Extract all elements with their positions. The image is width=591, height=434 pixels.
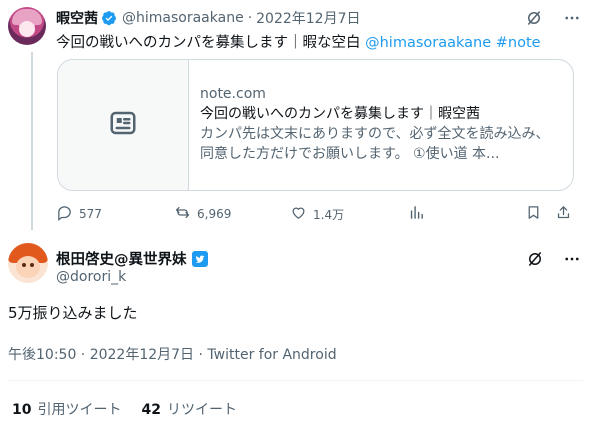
retweet-button[interactable]: 6,969 [174, 204, 231, 224]
verified-icon [101, 10, 117, 26]
retweets-stat[interactable]: 42 リツイート [141, 399, 236, 419]
avatar[interactable] [8, 243, 48, 283]
like-button[interactable]: 1.4万 [290, 204, 344, 224]
author-handle[interactable]: @dorori_k [56, 269, 126, 285]
like-icon [290, 204, 307, 224]
card-domain: note.com [200, 86, 266, 102]
card-description: カンパ先は文末にありますので、必ず全文を読み込み、同意した方だけでお願いします。… [200, 126, 550, 162]
share-icon [555, 204, 572, 224]
mention-link[interactable]: @himasoraakane [365, 35, 491, 51]
author-name[interactable]: 暇空茜 [56, 8, 98, 28]
card-body: note.com 今回の戦いへのカンパを募集します｜暇空茜 カンパ先は文末にあり… [200, 84, 560, 164]
grok-icon[interactable] [525, 9, 543, 27]
link-card[interactable]: note.com 今回の戦いへのカンパを募集します｜暇空茜 カンパ先は文末にあり… [57, 59, 574, 191]
retweet-count: 6,969 [197, 207, 232, 221]
retweet-icon [174, 204, 191, 224]
hashtag-link[interactable]: #note [496, 35, 541, 51]
thread-line [31, 52, 33, 230]
more-icon[interactable] [563, 250, 581, 268]
tweet-actions: 577 6,969 1.4万 [56, 204, 576, 224]
author-name[interactable]: 根田啓史@異世界妹 [56, 248, 187, 269]
main-tweet-text: 5万振り込みました [8, 304, 138, 322]
avatar-face [16, 256, 40, 278]
separator-dot: · [247, 10, 253, 26]
bookmark-button[interactable] [525, 204, 542, 224]
avatar[interactable] [8, 7, 46, 45]
reply-count: 577 [79, 207, 102, 221]
quote-tweets-stat[interactable]: 10 引用ツイート [12, 399, 121, 419]
share-button[interactable] [555, 204, 572, 224]
retweet-label: リツイート [166, 402, 237, 418]
grok-icon[interactable] [526, 250, 544, 268]
divider [8, 380, 583, 381]
tweet-date[interactable]: 2022年12月7日 [256, 8, 360, 28]
tweet-meta[interactable]: 午後10:50 · 2022年12月7日 · Twitter for Andro… [8, 344, 337, 364]
quote-label: 引用ツイート [37, 402, 122, 418]
avatar-face [19, 21, 35, 37]
retweet-stat-count: 42 [141, 402, 161, 418]
avatar-eye [22, 263, 26, 267]
author-handle[interactable]: @himasoraakane [122, 10, 244, 26]
card-title: 今回の戦いへのカンパを募集します｜暇空茜 [200, 106, 480, 122]
card-thumbnail [58, 60, 189, 190]
bookmark-icon [525, 204, 542, 224]
views-icon [408, 204, 425, 224]
quote-count: 10 [12, 402, 32, 418]
parent-tweet-header: 暇空茜 @himasoraakane · 2022年12月7日 [56, 8, 361, 28]
reply-button[interactable]: 577 [56, 204, 102, 224]
tweet-body: 今回の戦いへのカンパを募集します｜暇な空白 [56, 35, 366, 51]
reply-icon [56, 204, 73, 224]
like-count: 1.4万 [313, 207, 345, 222]
more-icon[interactable] [563, 9, 581, 27]
main-tweet-header: 根田啓史@異世界妹 [56, 248, 208, 269]
avatar-eye [30, 263, 34, 267]
article-icon [108, 108, 138, 142]
tweet-stats: 10 引用ツイート 42 リツイート [12, 399, 237, 419]
parent-tweet-text: 今回の戦いへのカンパを募集します｜暇な空白 @himasoraakane #no… [56, 31, 541, 52]
views-button[interactable] [408, 204, 425, 224]
twitter-badge-icon [191, 250, 208, 267]
